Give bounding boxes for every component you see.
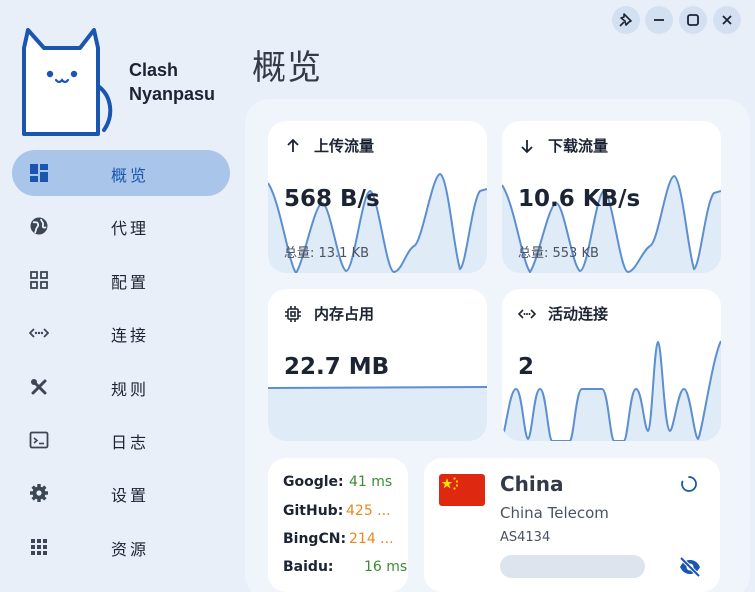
arrow-down-icon bbox=[521, 139, 533, 153]
latency-row-baidu[interactable]: Baidu: 16 ms bbox=[283, 559, 407, 575]
pin-button[interactable] bbox=[612, 6, 640, 34]
memory-usage-card: 内存占用 22.7 MB bbox=[268, 289, 487, 441]
active-connections-card: 活动连接 2 bbox=[502, 289, 721, 441]
tools-icon bbox=[29, 377, 49, 397]
latency-site-name: Baidu: bbox=[283, 559, 334, 575]
upload-traffic-card: 上传流量 568 B/s 总量: 13.1 KB bbox=[268, 121, 487, 273]
minimize-button[interactable] bbox=[645, 6, 673, 34]
download-card-title: 下载流量 bbox=[548, 137, 609, 155]
upload-card-title: 上传流量 bbox=[314, 137, 375, 155]
latency-site-name: GitHub: bbox=[283, 503, 344, 519]
upload-total-value: 总量: 13.1 KB bbox=[284, 246, 370, 261]
gear-icon bbox=[29, 483, 49, 503]
sidebar-item-settings[interactable]: 设置 bbox=[12, 470, 230, 516]
sidebar-item-resources[interactable]: 资源 bbox=[12, 524, 230, 570]
ip-country: China bbox=[500, 472, 564, 496]
close-icon bbox=[722, 15, 732, 25]
memory-card-header: 内存占用 bbox=[284, 303, 374, 324]
connections-card-title: 活动连接 bbox=[548, 305, 609, 323]
latency-value: 16 ms bbox=[364, 559, 408, 575]
connection-arrows-icon bbox=[28, 323, 50, 343]
china-flag-icon bbox=[439, 474, 485, 506]
cat-logo bbox=[20, 26, 120, 136]
arrow-up-icon bbox=[287, 138, 299, 152]
pin-icon bbox=[619, 13, 632, 27]
sidebar-item-connections[interactable]: 连接 bbox=[12, 310, 230, 356]
sidebar-item-label: 资源 bbox=[111, 539, 150, 559]
latency-value: 41 ms bbox=[349, 474, 393, 490]
upload-speed-value: 568 B/s bbox=[284, 186, 380, 212]
apps-icon bbox=[29, 537, 49, 557]
close-button[interactable] bbox=[713, 6, 741, 34]
active-connections-value: 2 bbox=[518, 354, 535, 380]
ip-address-masked bbox=[500, 555, 645, 578]
latency-row-google[interactable]: Google: 41 ms bbox=[283, 474, 392, 490]
ip-info-card: China China Telecom AS4134 bbox=[424, 458, 720, 592]
latency-value: 425 ... bbox=[346, 503, 391, 519]
sidebar-item-label: 配置 bbox=[111, 272, 150, 292]
download-card-header: 下载流量 bbox=[518, 135, 608, 156]
page-title: 概览 bbox=[252, 48, 322, 88]
memory-usage-value: 22.7 MB bbox=[284, 354, 390, 380]
sidebar-item-label: 日志 bbox=[111, 432, 150, 452]
latency-site-name: Google: bbox=[283, 474, 344, 490]
app-name: Clash Nyanpasu bbox=[129, 58, 215, 106]
sidebar-nav: 概览 代理 配置 连接 规则 日志 设置 资源 bbox=[12, 150, 230, 577]
ip-isp: China Telecom bbox=[500, 504, 609, 522]
sidebar-item-profiles[interactable]: 配置 bbox=[12, 257, 230, 303]
upload-card-header: 上传流量 bbox=[284, 135, 374, 156]
download-traffic-card: 下载流量 10.6 KB/s 总量: 553 KB bbox=[502, 121, 721, 273]
maximize-button[interactable] bbox=[679, 6, 707, 34]
terminal-icon bbox=[29, 430, 49, 450]
minimize-icon bbox=[654, 19, 664, 21]
sidebar-item-label: 连接 bbox=[111, 326, 150, 346]
maximize-icon bbox=[687, 14, 699, 26]
sidebar-item-label: 代理 bbox=[111, 219, 150, 239]
ip-asn: AS4134 bbox=[500, 530, 551, 545]
sidebar-item-label: 概览 bbox=[111, 166, 150, 185]
connection-arrows-icon bbox=[518, 308, 536, 319]
sidebar-item-overview[interactable]: 概览 bbox=[12, 150, 230, 196]
sidebar: Clash Nyanpasu 概览 代理 配置 连接 规则 日志 设置 资源 bbox=[0, 0, 240, 592]
sidebar-item-logs[interactable]: 日志 bbox=[12, 417, 230, 463]
sidebar-item-proxies[interactable]: 代理 bbox=[12, 203, 230, 249]
grid-icon bbox=[29, 270, 49, 290]
latency-card: Google: 41 ms GitHub: 425 ... BingCN: 21… bbox=[268, 458, 408, 592]
app-name-line1: Clash bbox=[129, 60, 179, 80]
latency-row-github[interactable]: GitHub: 425 ... bbox=[283, 503, 391, 519]
sidebar-item-rules[interactable]: 规则 bbox=[12, 364, 230, 410]
refresh-icon[interactable] bbox=[680, 475, 698, 493]
memory-card-title: 内存占用 bbox=[314, 305, 375, 323]
latency-site-name: BingCN: bbox=[283, 531, 347, 547]
app-name-line2: Nyanpasu bbox=[129, 84, 216, 104]
latency-row-bingcn[interactable]: BingCN: 214 ... bbox=[283, 531, 394, 547]
download-speed-value: 10.6 KB/s bbox=[518, 186, 641, 212]
sidebar-item-label: 设置 bbox=[111, 486, 150, 506]
download-total-value: 总量: 553 KB bbox=[518, 246, 599, 261]
sidebar-item-label: 规则 bbox=[111, 379, 150, 399]
eye-off-icon[interactable] bbox=[678, 556, 702, 578]
chip-icon bbox=[285, 305, 301, 322]
latency-value: 214 ... bbox=[349, 531, 394, 547]
dashboard-icon bbox=[29, 163, 49, 183]
connections-card-header: 活动连接 bbox=[518, 303, 608, 324]
globe-icon bbox=[29, 216, 49, 236]
